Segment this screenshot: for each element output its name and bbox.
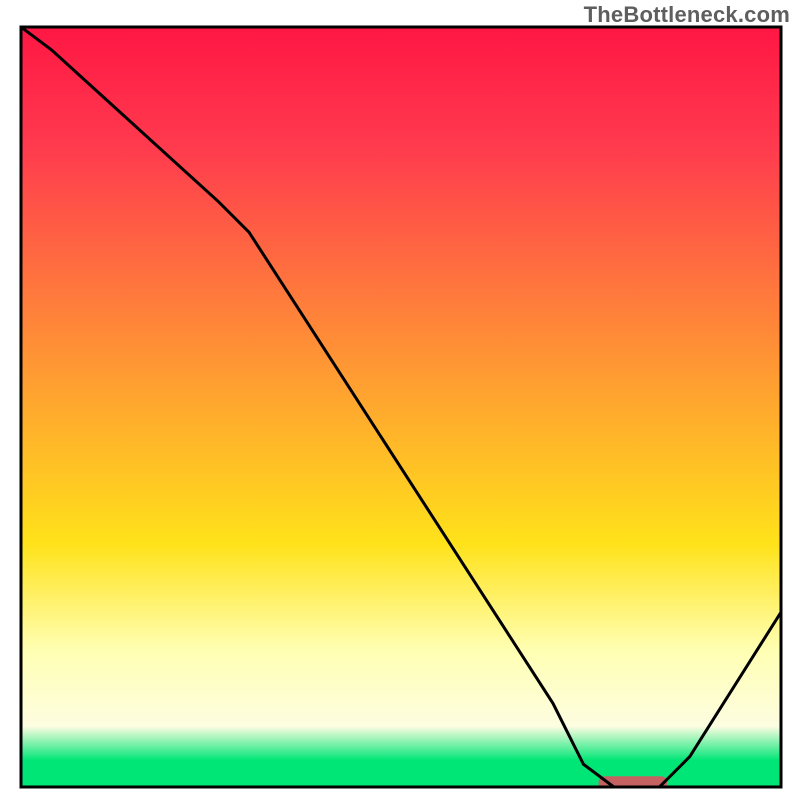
gradient-background	[21, 27, 781, 787]
plot-area	[21, 27, 781, 790]
bottleneck-chart	[0, 0, 800, 800]
chart-container: TheBottleneck.com	[0, 0, 800, 800]
watermark-text: TheBottleneck.com	[584, 2, 790, 28]
